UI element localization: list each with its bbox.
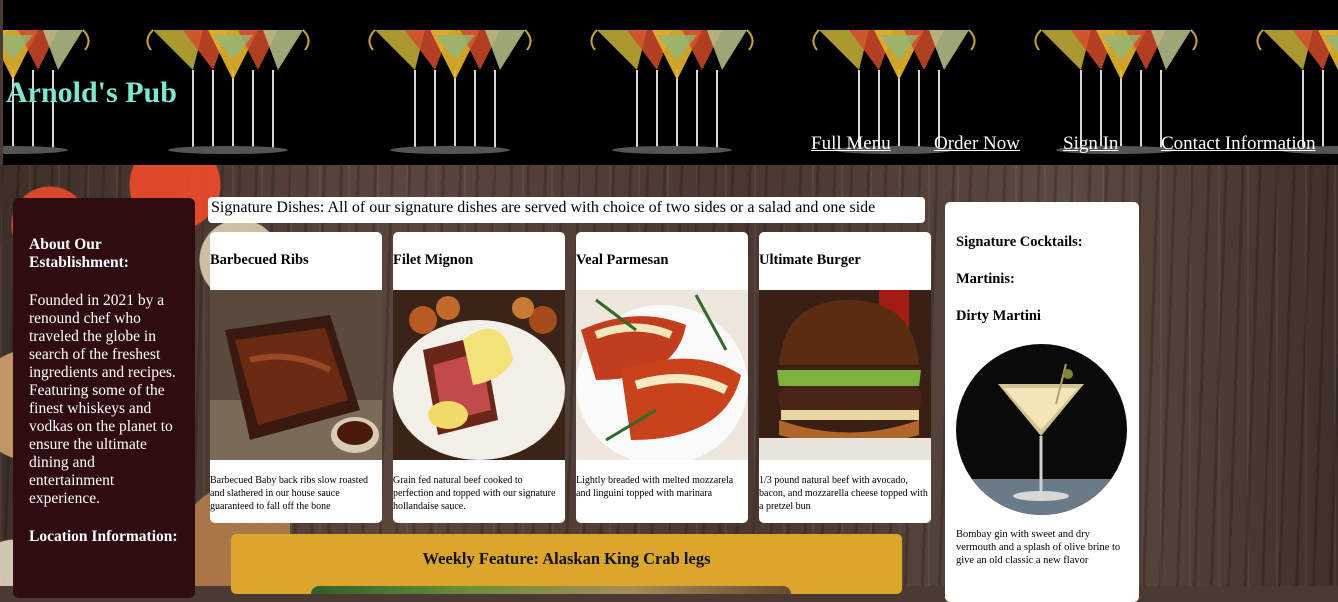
dish-description: Barbecued Baby back ribs slow roasted an… [210, 475, 369, 512]
cocktail-description: Bombay gin with sweet and dry vermouth a… [956, 529, 1121, 566]
nav-sign-in[interactable]: Sign In [1063, 133, 1118, 155]
about-body: Founded in 2021 by a renound chef who tr… [29, 292, 176, 507]
about-panel: About Our Establishment: Founded in 2021… [13, 198, 195, 598]
veal-photo [576, 290, 748, 460]
site-header: Arnold's Pub Full Menu Order Now Sign In… [3, 0, 1338, 165]
dish-name: Filet Mignon [393, 252, 474, 268]
crab-photo [311, 586, 791, 594]
cocktails-panel: Signature Cocktails: Martinis: Dirty Mar… [945, 202, 1139, 602]
signature-dishes-banner: Signature Dishes: All of our signature d… [208, 197, 925, 223]
martini-photo [956, 344, 1127, 515]
site-title: Arnold's Pub [6, 76, 177, 109]
cocktails-heading: Signature Cocktails: [956, 234, 1083, 250]
steak-photo [393, 290, 565, 460]
dish-description: 1/3 pound natural beef with avocado, bac… [759, 475, 928, 512]
nav-full-menu[interactable]: Full Menu [811, 133, 891, 155]
dish-description: Lightly breaded with melted mozzarela an… [576, 475, 734, 499]
weekly-feature: Weekly Feature: Alaskan King Crab legs [231, 534, 902, 594]
dish-card[interactable]: Ultimate Burger 1/3 pound natural beef w… [759, 232, 931, 523]
dish-description: Grain fed natural beef cooked to perfect… [393, 475, 556, 512]
dish-card[interactable]: Veal Parmesan Lightly breaded with melte… [576, 232, 748, 523]
cocktail-category: Martinis: [956, 271, 1015, 287]
location-heading: Location Information: [29, 528, 178, 545]
dish-name: Ultimate Burger [759, 252, 861, 268]
dish-name: Veal Parmesan [576, 252, 669, 268]
martini-glasses-banner [3, 29, 1338, 155]
dish-card[interactable]: Filet Mignon Grain fed natural beef cook… [393, 232, 565, 523]
cocktail-name: Dirty Martini [956, 308, 1041, 324]
dish-name: Barbecued Ribs [210, 252, 309, 268]
burger-photo [759, 290, 931, 460]
about-heading: About Our Establishment: [29, 236, 129, 271]
nav-order-now[interactable]: Order Now [934, 133, 1020, 155]
ribs-photo [210, 290, 382, 460]
weekly-feature-title: Weekly Feature: Alaskan King Crab legs [422, 549, 711, 568]
nav-contact-information[interactable]: Contact Information [1161, 133, 1316, 155]
dish-card[interactable]: Barbecued Ribs Barbecued Baby back ribs … [210, 232, 382, 523]
